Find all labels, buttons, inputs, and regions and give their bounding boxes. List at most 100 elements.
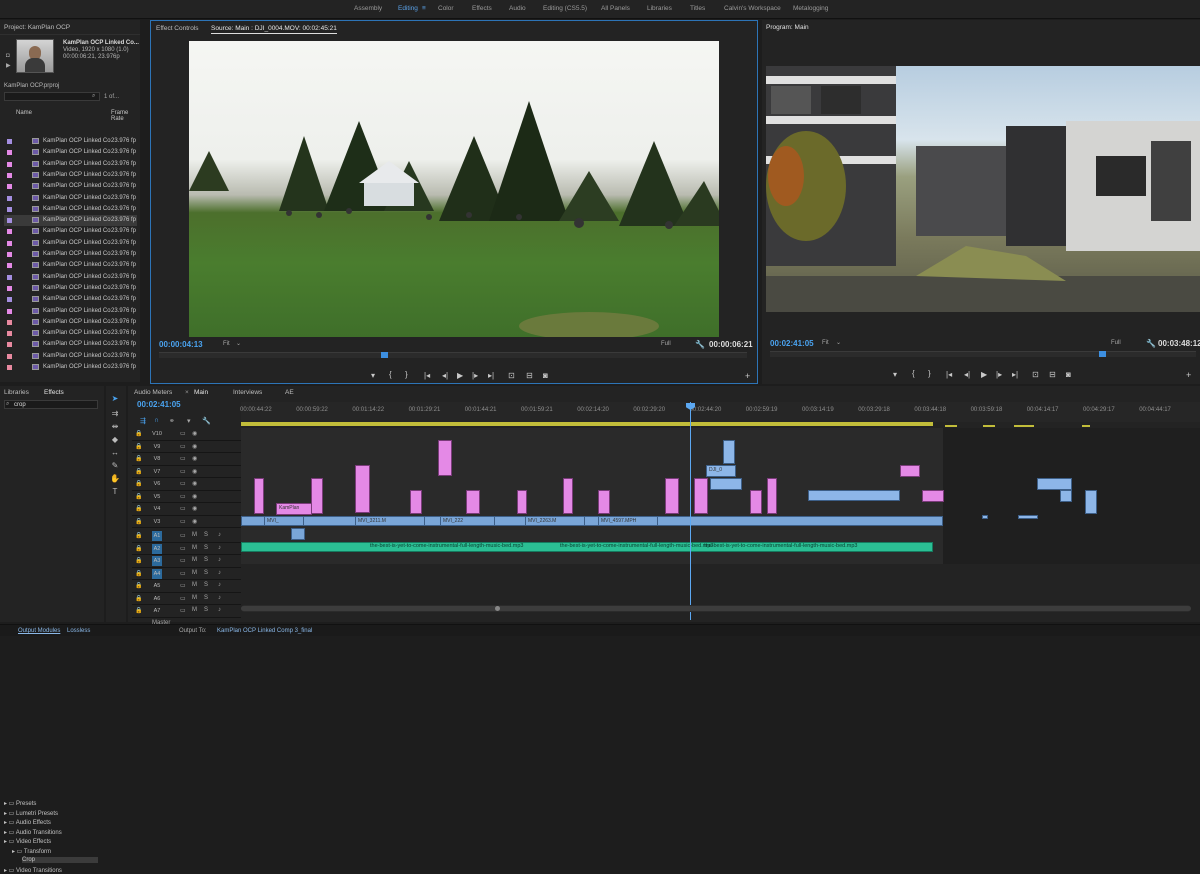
track-target[interactable]: V9 (152, 442, 162, 452)
lock-icon[interactable]: 🔒 (135, 582, 142, 589)
track-target[interactable]: V4 (152, 504, 162, 514)
source-quality-select[interactable]: Full (661, 341, 671, 347)
effects-search-input[interactable]: ⌕ crop (4, 400, 98, 409)
export-frame-icon[interactable]: ◙ (543, 371, 548, 380)
workspace-tab-metalogging[interactable]: Metalogging (793, 5, 828, 12)
sync-icon[interactable]: ▭ (180, 607, 186, 614)
sync-icon[interactable]: ▭ (180, 480, 186, 487)
tab-ae[interactable]: AE (285, 389, 294, 396)
pen-tool-icon[interactable]: ✎ (110, 461, 120, 471)
eye-icon[interactable]: ◉ (192, 430, 197, 437)
eye-icon[interactable]: ◉ (192, 505, 197, 512)
timeline-clip[interactable]: DJI_0 (706, 465, 736, 477)
list-item[interactable]: KamPlan OCP Linked Co 23.976 fp (4, 193, 137, 204)
snap-icon[interactable]: ∩ (154, 417, 159, 424)
timeline-clip[interactable] (466, 490, 480, 514)
track-target[interactable]: V6 (152, 479, 162, 489)
track-target[interactable]: A2 (152, 543, 162, 554)
list-item[interactable]: KamPlan OCP Linked Co 23.976 fp (4, 215, 137, 227)
lock-icon[interactable]: 🔒 (135, 430, 142, 437)
project-tab[interactable]: Project: KamPlan OCP (4, 24, 70, 31)
sync-icon[interactable]: ▭ (180, 505, 186, 512)
sync-icon[interactable]: ▭ (180, 545, 186, 552)
track-header[interactable]: A5 🔒 ▭ M S ♪ (132, 580, 241, 593)
timeline-clip[interactable] (438, 440, 452, 476)
workspace-tab-titles[interactable]: Titles (690, 5, 705, 12)
program-step-forward-icon[interactable]: |▸ (996, 370, 1002, 379)
nest-icon[interactable]: ⇶ (140, 417, 146, 425)
tab-source[interactable]: Source: Main : DJI_0004.MOV: 00:02:45:21 (211, 25, 337, 34)
go-to-in-icon[interactable]: |◂ (424, 371, 430, 380)
track-header[interactable]: V9 🔒 ▭ ◉ (132, 441, 241, 453)
lock-icon[interactable]: 🔒 (135, 545, 142, 552)
mic-icon[interactable]: ♪ (218, 532, 221, 538)
mute-icon[interactable]: M (192, 532, 197, 538)
lock-icon[interactable]: 🔒 (135, 493, 142, 500)
work-area-bar[interactable] (241, 422, 933, 426)
list-item[interactable]: KamPlan OCP Linked Co 23.976 fp (4, 272, 137, 283)
timeline-clip[interactable] (710, 478, 742, 490)
col-name-header[interactable]: Name (16, 110, 32, 116)
mute-icon[interactable]: M (192, 557, 197, 563)
sync-icon[interactable]: ▭ (180, 595, 186, 602)
track-header[interactable]: A1 🔒 ▭ M S ♪ (132, 530, 241, 543)
mute-icon[interactable]: M (192, 595, 197, 601)
timeline-clip[interactable] (291, 528, 305, 540)
track-header[interactable]: A2 🔒 ▭ M S ♪ (132, 543, 241, 555)
track-target[interactable]: V5 (152, 492, 162, 502)
track-target[interactable]: V10 (152, 429, 162, 439)
workspace-tab-editing[interactable]: Editing (398, 5, 418, 12)
track-select-tool-icon[interactable]: ⇉ (110, 409, 120, 419)
program-play-icon[interactable]: ▶ (981, 370, 987, 379)
list-item[interactable]: KamPlan OCP Linked Co 23.976 fp (4, 328, 137, 339)
tab-audio-meters[interactable]: Audio Meters (134, 389, 172, 396)
timeline-clip[interactable]: MVI_3211.M (355, 516, 425, 526)
program-out-point-icon[interactable]: } (928, 369, 931, 378)
track-header[interactable]: V3 🔒 ▭ ◉ (132, 516, 241, 528)
eye-icon[interactable]: ◉ (192, 455, 197, 462)
program-export-frame-icon[interactable]: ◙ (1066, 370, 1071, 379)
program-go-to-out-icon[interactable]: ▸| (1012, 370, 1018, 379)
step-back-icon[interactable]: ◂| (442, 371, 448, 380)
timeline-clip[interactable] (410, 490, 422, 514)
tab-effect-controls[interactable]: Effect Controls (156, 25, 199, 32)
lock-icon[interactable]: 🔒 (135, 468, 142, 475)
close-icon[interactable]: × (185, 389, 189, 396)
mute-icon[interactable]: M (192, 545, 197, 551)
timeline-scrollbar[interactable] (241, 605, 1191, 612)
lock-icon[interactable]: 🔒 (135, 607, 142, 614)
timeline-clip[interactable] (1037, 478, 1072, 490)
program-marker-icon[interactable]: ▾ (893, 370, 897, 379)
list-item[interactable]: KamPlan OCP Linked Co 23.976 fp (4, 339, 137, 350)
list-item[interactable]: KamPlan OCP Linked Co 23.976 fp (4, 260, 137, 271)
program-go-to-in-icon[interactable]: |◂ (946, 370, 952, 379)
timeline-clip[interactable] (563, 478, 573, 514)
timeline-clip[interactable] (598, 490, 610, 514)
wrench-icon[interactable]: 🔧 (695, 340, 705, 349)
timeline-clip[interactable] (922, 490, 944, 502)
program-wrench-icon[interactable]: 🔧 (1146, 339, 1156, 348)
track-target[interactable]: V7 (152, 467, 162, 477)
track-target[interactable]: A4 (152, 568, 162, 579)
program-playhead[interactable] (1099, 351, 1106, 357)
lock-icon[interactable]: 🔒 (135, 557, 142, 564)
overwrite-icon[interactable]: ⊟ (526, 371, 533, 380)
source-playhead[interactable] (381, 352, 388, 358)
lock-icon[interactable]: 🔒 (135, 480, 142, 487)
track-header[interactable]: V4 🔒 ▭ ◉ (132, 503, 241, 516)
insert-icon[interactable]: ⊡ (508, 371, 515, 380)
timeline-clip[interactable] (694, 478, 708, 514)
workspace-menu-icon[interactable]: ≡ (422, 5, 426, 12)
list-item[interactable]: KamPlan OCP Linked Co 23.976 fp (4, 147, 137, 158)
play-icon[interactable]: ▶ (457, 371, 463, 380)
mic-icon[interactable]: ♪ (218, 545, 221, 551)
timeline-clip[interactable] (767, 478, 777, 514)
list-item[interactable]: KamPlan OCP Linked Co 23.976 fp (4, 226, 137, 237)
timeline-clip[interactable] (900, 465, 920, 477)
eye-icon[interactable]: ◉ (192, 480, 197, 487)
lock-icon[interactable]: 🔒 (135, 518, 142, 525)
timeline-clip[interactable] (1085, 490, 1097, 514)
project-search-input[interactable]: ⌕ (4, 92, 100, 101)
sync-icon[interactable]: ▭ (180, 582, 186, 589)
sync-icon[interactable]: ▭ (180, 518, 186, 525)
